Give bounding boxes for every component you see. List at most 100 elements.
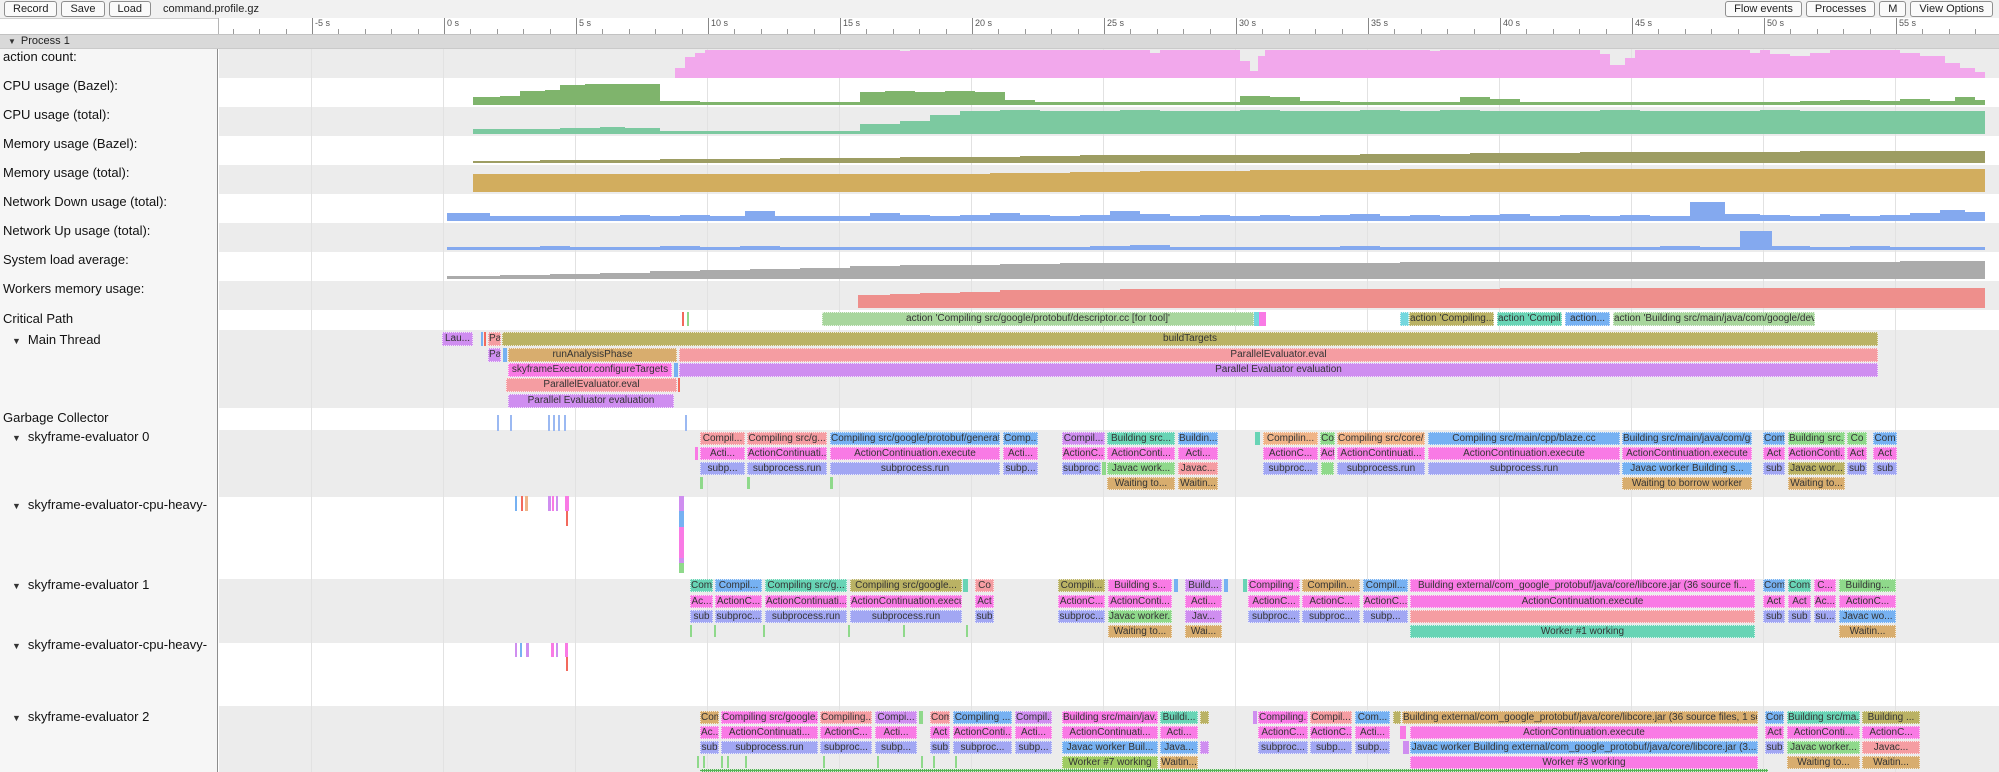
network-up-usage-counter-step[interactable] (447, 247, 500, 250)
trace-event-bar[interactable]: Waitin... (1178, 477, 1218, 490)
memory-usage-bazel-counter-step[interactable] (600, 160, 660, 163)
network-up-usage-counter-step[interactable] (1660, 246, 1700, 250)
trace-event-bar[interactable]: Building src/ma... (1787, 711, 1860, 724)
trace-event-bar[interactable]: Par (488, 332, 501, 346)
trace-event-bar[interactable]: Act (930, 726, 950, 739)
cpu-usage-total-counter-step[interactable] (820, 131, 860, 134)
network-up-usage-counter-step[interactable] (1290, 247, 1340, 250)
network-down-usage-counter-step[interactable] (1230, 216, 1260, 221)
trace-event-bar[interactable]: Acti... (700, 447, 745, 460)
cpu-usage-bazel-counter-step[interactable] (1955, 97, 1975, 105)
cpu-usage-bazel-counter-step[interactable] (560, 85, 585, 105)
cpu-usage-total-counter-step[interactable] (960, 111, 1000, 134)
trace-event-bar[interactable]: Acti... (1355, 726, 1390, 739)
trace-event-sliver[interactable] (674, 363, 678, 377)
trace-event-sliver[interactable] (1400, 726, 1406, 739)
network-up-usage-counter-step[interactable] (1090, 246, 1130, 250)
trace-event-bar[interactable]: ActionC... (1062, 447, 1105, 460)
network-up-usage-counter-step[interactable] (660, 246, 700, 250)
track-label-garbage-collector[interactable]: Garbage Collector (3, 411, 109, 425)
cpu-usage-total-counter-step[interactable] (1120, 110, 1160, 134)
trace-event-sliver[interactable] (1174, 579, 1178, 592)
cpu-usage-total-counter-step[interactable] (1000, 110, 1040, 134)
trace-event-sliver[interactable] (1102, 462, 1106, 475)
action-count-counter-step[interactable] (1960, 68, 1975, 78)
system-load-average-counter-step[interactable] (447, 276, 500, 279)
network-down-usage-counter-step[interactable] (900, 215, 930, 221)
cpu-usage-bazel-counter-step[interactable] (545, 90, 560, 105)
memory-usage-bazel-counter-step[interactable] (900, 157, 960, 163)
trace-event-bar[interactable]: Javac work... (1107, 462, 1175, 475)
trace-event-sliver[interactable] (497, 415, 499, 431)
cpu-usage-bazel-counter-step[interactable] (730, 102, 760, 105)
system-load-average-counter-step[interactable] (700, 270, 750, 279)
network-up-usage-counter-step[interactable] (1380, 247, 1420, 250)
network-up-usage-counter-step[interactable] (990, 247, 1030, 250)
cpu-usage-bazel-counter-step[interactable] (1300, 101, 1340, 105)
trace-event-bar[interactable]: subprocess.run (747, 462, 827, 475)
track-label-system-load-average[interactable]: System load average: (3, 253, 129, 267)
trace-event-sliver[interactable] (548, 496, 551, 511)
trace-event-bar[interactable]: ActionConti... (953, 726, 1012, 739)
trace-event-bar[interactable]: ActionC... (1058, 595, 1105, 608)
memory-usage-bazel-counter-step[interactable] (720, 159, 780, 163)
memory-usage-bazel-counter-step[interactable] (473, 161, 540, 163)
trace-event-sliver[interactable] (703, 756, 705, 768)
trace-event-bar[interactable]: action 'Building src/main/java/com/googl… (1613, 312, 1815, 326)
cpu-usage-bazel-counter-step[interactable] (1930, 101, 1955, 105)
cpu-usage-total-counter-step[interactable] (1200, 111, 1240, 134)
track-label-main-thread[interactable]: ▼Main Thread (3, 333, 101, 347)
trace-event-bar[interactable]: Compil... (1062, 432, 1105, 445)
trace-event-bar[interactable]: Building src... (1107, 432, 1175, 445)
network-down-usage-counter-step[interactable] (1110, 211, 1140, 221)
system-load-average-counter-step[interactable] (1400, 262, 1500, 279)
trace-event-bar[interactable]: Compilin... (1263, 432, 1318, 445)
cpu-usage-bazel-counter-step[interactable] (1520, 102, 1560, 105)
trace-event-bar[interactable]: Com (690, 579, 713, 592)
cpu-usage-bazel-counter-step[interactable] (1180, 102, 1240, 105)
cpu-usage-bazel-counter-step[interactable] (473, 97, 500, 105)
memory-usage-bazel-counter-step[interactable] (540, 160, 600, 163)
cpu-usage-bazel-counter-step[interactable] (1460, 97, 1490, 105)
memory-usage-bazel-counter-step[interactable] (960, 157, 1020, 163)
cpu-usage-total-counter-step[interactable] (1480, 111, 1520, 134)
cpu-usage-bazel-counter-step[interactable] (860, 92, 885, 105)
trace-event-bar[interactable]: ActionContinuati... (765, 595, 847, 608)
trace-event-bar[interactable]: ActionC... (820, 726, 872, 739)
trace-event-bar[interactable]: ActionC... (1248, 595, 1300, 608)
network-up-usage-counter-step[interactable] (620, 247, 660, 250)
network-down-usage-counter-step[interactable] (447, 213, 470, 221)
system-load-average-counter-step[interactable] (650, 271, 700, 279)
trace-event-bar[interactable]: Java... (1160, 741, 1198, 754)
network-up-usage-counter-step[interactable] (1580, 247, 1620, 250)
trace-event-bar[interactable]: ParallelEvaluator.eval (679, 348, 1878, 362)
network-up-usage-counter-step[interactable] (1210, 247, 1250, 250)
system-load-average-counter-step[interactable] (1800, 262, 1900, 279)
cpu-usage-total-counter-step[interactable] (1880, 111, 1920, 134)
trace-event-bar[interactable]: ActionConti... (1788, 447, 1845, 460)
network-down-usage-counter-step[interactable] (1020, 215, 1050, 221)
trace-event-bar[interactable]: subp... (700, 462, 745, 475)
system-load-average-counter-step[interactable] (1700, 262, 1800, 279)
trace-event-bar[interactable]: Compiling... (1258, 711, 1308, 724)
trace-event-bar[interactable]: ActionContinuati... (1337, 447, 1425, 460)
trace-event-bar[interactable]: Acti... (1015, 726, 1052, 739)
trace-event-bar[interactable]: sub (1765, 741, 1784, 754)
memory-usage-total-counter-step[interactable] (1250, 170, 1400, 192)
trace-event-sliver[interactable] (1400, 312, 1409, 326)
cpu-usage-bazel-counter-step[interactable] (1490, 99, 1520, 105)
network-up-usage-counter-step[interactable] (1250, 247, 1290, 250)
trace-event-bar[interactable]: Com (930, 711, 950, 724)
trace-event-bar[interactable]: subproc... (1248, 610, 1300, 623)
action-count-counter-step[interactable] (1635, 50, 1750, 78)
network-up-usage-counter-step[interactable] (1130, 245, 1170, 250)
trace-event-sliver[interactable] (551, 643, 554, 657)
cpu-usage-bazel-counter-step[interactable] (1800, 101, 1840, 105)
network-up-usage-counter-step[interactable] (1810, 247, 1850, 250)
track-label-network-down-usage-total[interactable]: Network Down usage (total): (3, 195, 167, 209)
network-down-usage-counter-step[interactable] (870, 213, 900, 221)
trace-event-bar[interactable]: subproc... (1263, 462, 1318, 475)
network-down-usage-counter-step[interactable] (990, 213, 1020, 221)
memory-usage-total-counter-step[interactable] (1400, 169, 1985, 192)
trace-event-bar[interactable]: Waitin... (1839, 625, 1896, 638)
